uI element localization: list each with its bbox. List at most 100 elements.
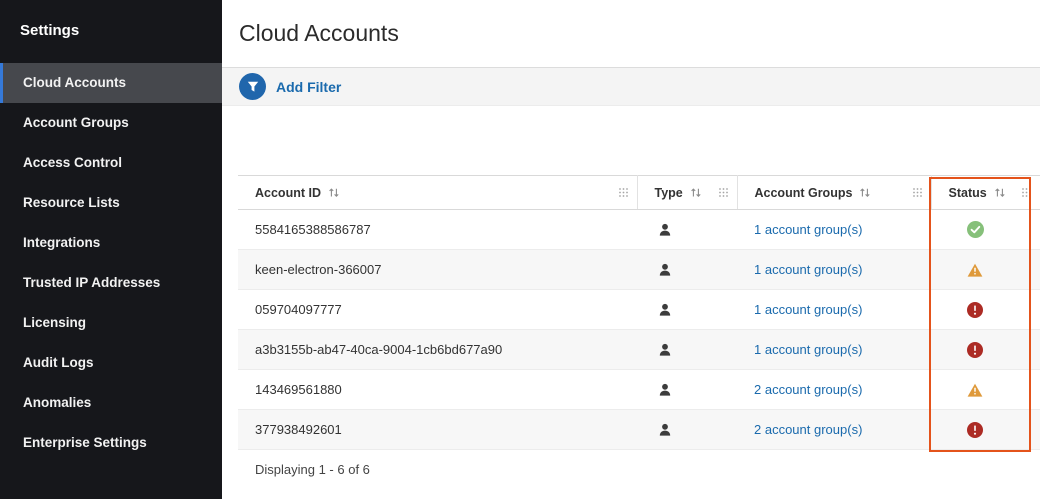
table-row: 059704097777 1 account group(s)	[238, 290, 1040, 330]
sidebar-item-account-groups[interactable]: Account Groups	[0, 103, 222, 143]
warning-triangle-icon	[967, 263, 983, 277]
sidebar-item-integrations[interactable]: Integrations	[0, 223, 222, 263]
sidebar-item-label: Anomalies	[23, 395, 91, 410]
page-header: Cloud Accounts	[222, 0, 1040, 68]
user-icon	[658, 223, 672, 237]
sidebar-title: Settings	[0, 0, 222, 63]
table-body: 5584165388586787 1 account group(s) keen…	[238, 210, 1040, 450]
user-icon	[658, 383, 672, 397]
sidebar-item-label: Licensing	[23, 315, 86, 330]
account-groups-cell: 1 account group(s)	[737, 210, 931, 250]
account-groups-link[interactable]: 1 account group(s)	[754, 262, 862, 277]
column-drag-handle-icon[interactable]	[912, 187, 923, 198]
table-row: keen-electron-366007 1 account group(s)	[238, 250, 1040, 290]
column-drag-handle-icon[interactable]	[718, 187, 729, 198]
pagination-summary: Displaying 1 - 6 of 6	[238, 450, 1040, 490]
sidebar-item-cloud-accounts[interactable]: Cloud Accounts	[0, 63, 222, 103]
table-row: 5584165388586787 1 account group(s)	[238, 210, 1040, 250]
app-root: Settings Cloud AccountsAccount GroupsAcc…	[0, 0, 1040, 499]
status-cell	[931, 250, 1040, 290]
account-type-cell	[637, 210, 737, 250]
error-circle-icon	[967, 342, 983, 358]
account-type-cell	[637, 410, 737, 450]
user-icon	[658, 263, 672, 277]
account-type-cell	[637, 330, 737, 370]
sidebar-item-label: Integrations	[23, 235, 100, 250]
sidebar-item-enterprise-settings[interactable]: Enterprise Settings	[0, 423, 222, 463]
user-icon	[658, 343, 672, 357]
account-id-cell: a3b3155b-ab47-40ca-9004-1cb6bd677a90	[238, 330, 637, 370]
column-label-account-groups: Account Groups	[755, 186, 853, 200]
table-header-row: Account ID Type	[238, 176, 1040, 210]
error-circle-icon	[967, 302, 983, 318]
table-row: a3b3155b-ab47-40ca-9004-1cb6bd677a90 1 a…	[238, 330, 1040, 370]
sidebar-item-licensing[interactable]: Licensing	[0, 303, 222, 343]
column-label-status: Status	[949, 186, 987, 200]
account-groups-link[interactable]: 1 account group(s)	[754, 302, 862, 317]
account-id-cell: 059704097777	[238, 290, 637, 330]
status-cell	[931, 370, 1040, 410]
account-groups-cell: 1 account group(s)	[737, 330, 931, 370]
account-groups-link[interactable]: 2 account group(s)	[754, 422, 862, 437]
account-id-cell: 5584165388586787	[238, 210, 637, 250]
sidebar-item-trusted-ip-addresses[interactable]: Trusted IP Addresses	[0, 263, 222, 303]
column-drag-handle-icon[interactable]	[1021, 187, 1032, 198]
warning-triangle-icon	[967, 383, 983, 397]
column-drag-handle-icon[interactable]	[618, 187, 629, 198]
sidebar-nav: Cloud Accounts Account Groups Access Contr…	[0, 63, 222, 463]
sidebar-item-access-control[interactable]: Access Control	[0, 143, 222, 183]
account-type-cell	[637, 250, 737, 290]
account-id-cell: 377938492601	[238, 410, 637, 450]
add-filter-label: Add Filter	[276, 79, 341, 95]
sidebar-item-label: Trusted IP Addresses	[23, 275, 160, 290]
column-header-account-id[interactable]: Account ID	[238, 176, 637, 210]
status-cell	[931, 410, 1040, 450]
check-circle-icon	[967, 221, 984, 238]
cloud-accounts-table: Account ID Type	[238, 175, 1040, 490]
sort-arrows-icon[interactable]	[994, 187, 1006, 198]
filter-bar: Add Filter	[222, 68, 1040, 106]
account-groups-cell: 1 account group(s)	[737, 250, 931, 290]
account-groups-link[interactable]: 1 account group(s)	[754, 222, 862, 237]
account-id-cell: 143469561880	[238, 370, 637, 410]
add-filter-button[interactable]: Add Filter	[239, 73, 341, 100]
sidebar-item-label: Audit Logs	[23, 355, 94, 370]
account-id-cell: keen-electron-366007	[238, 250, 637, 290]
table-row: 377938492601 2 account group(s)	[238, 410, 1040, 450]
table-row: 143469561880 2 account group(s)	[238, 370, 1040, 410]
settings-sidebar: Settings Cloud Accounts Account Groups Acc…	[0, 0, 222, 499]
page-title: Cloud Accounts	[239, 20, 399, 47]
table-footer-row: Displaying 1 - 6 of 6	[238, 450, 1040, 490]
column-label-account-id: Account ID	[255, 186, 321, 200]
account-groups-link[interactable]: 1 account group(s)	[754, 342, 862, 357]
status-cell	[931, 330, 1040, 370]
account-type-cell	[637, 370, 737, 410]
account-groups-cell: 1 account group(s)	[737, 290, 931, 330]
main-content: Cloud Accounts Add Filter	[222, 0, 1040, 499]
account-type-cell	[637, 290, 737, 330]
column-header-status[interactable]: Status	[931, 176, 1040, 210]
column-header-account-groups[interactable]: Account Groups	[737, 176, 931, 210]
user-icon	[658, 303, 672, 317]
sidebar-item-anomalies[interactable]: Anomalies	[0, 383, 222, 423]
sort-arrows-icon[interactable]	[328, 187, 340, 198]
sidebar-item-label: Account Groups	[23, 115, 129, 130]
account-groups-link[interactable]: 2 account group(s)	[754, 382, 862, 397]
sidebar-item-label: Enterprise Settings	[23, 435, 147, 450]
funnel-icon	[239, 73, 266, 100]
sidebar-item-audit-logs[interactable]: Audit Logs	[0, 343, 222, 383]
column-header-type[interactable]: Type	[637, 176, 737, 210]
sidebar-item-label: Access Control	[23, 155, 122, 170]
column-label-type: Type	[655, 186, 683, 200]
status-cell	[931, 210, 1040, 250]
sidebar-item-resource-lists[interactable]: Resource Lists	[0, 183, 222, 223]
sidebar-item-label: Resource Lists	[23, 195, 120, 210]
sort-arrows-icon[interactable]	[859, 187, 871, 198]
sidebar-item-label: Cloud Accounts	[23, 75, 126, 90]
user-icon	[658, 423, 672, 437]
error-circle-icon	[967, 422, 983, 438]
account-groups-cell: 2 account group(s)	[737, 370, 931, 410]
account-groups-cell: 2 account group(s)	[737, 410, 931, 450]
sort-arrows-icon[interactable]	[690, 187, 702, 198]
status-cell	[931, 290, 1040, 330]
